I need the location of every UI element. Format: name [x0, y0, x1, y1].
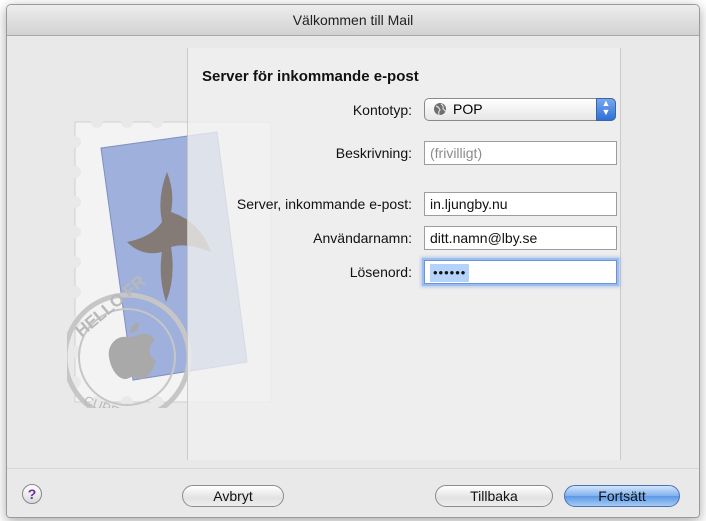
description-field[interactable]: (frivilligt)	[424, 141, 617, 165]
password-value: ••••••	[430, 264, 470, 282]
account-type-select[interactable]: POP ▲ ▼	[424, 98, 616, 121]
account-type-label: Kontotyp:	[352, 102, 412, 118]
description-label: Beskrivning:	[335, 145, 412, 161]
window-title: Välkommen till Mail	[7, 5, 699, 36]
username-label: Användarnamn:	[313, 230, 412, 246]
globe-icon	[434, 103, 447, 116]
select-arrows-icon[interactable]: ▲ ▼	[596, 98, 616, 121]
setup-window: Välkommen till Mail HELLO FR Server för …	[6, 4, 700, 518]
continue-button[interactable]: Fortsätt	[564, 485, 680, 507]
incoming-server-label: Server, inkommande e-post:	[236, 196, 412, 212]
cancel-button[interactable]: Avbryt	[182, 485, 284, 507]
incoming-server-field[interactable]: in.ljungby.nu	[424, 192, 617, 216]
help-button[interactable]: ?	[22, 484, 42, 504]
password-label: Lösenord:	[349, 264, 412, 280]
account-type-value: POP	[453, 101, 483, 117]
back-button[interactable]: Tillbaka	[435, 485, 553, 507]
footer-divider	[7, 468, 699, 469]
window-content: HELLO FR CUPERTINO, CA Server för inkomm…	[7, 36, 699, 517]
form-heading: Server för inkommande e-post	[202, 68, 419, 85]
password-field[interactable]: ••••••	[424, 260, 617, 284]
username-field[interactable]: ditt.namn@lby.se	[424, 226, 617, 250]
